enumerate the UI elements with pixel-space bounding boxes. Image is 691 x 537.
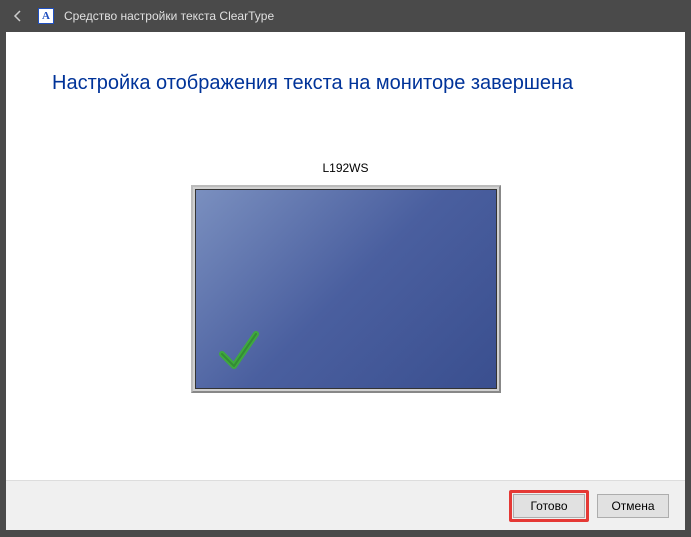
app-icon: A	[38, 8, 54, 24]
footer: Готово Отмена	[6, 480, 685, 530]
page-heading: Настройка отображения текста на мониторе…	[52, 72, 639, 95]
monitor-name-label: L192WS	[322, 161, 368, 175]
monitor-screen	[195, 189, 497, 389]
cancel-button[interactable]: Отмена	[597, 494, 669, 518]
finish-button[interactable]: Готово	[513, 494, 585, 518]
content: Настройка отображения текста на мониторе…	[6, 32, 685, 480]
checkmark-icon	[214, 326, 264, 376]
back-arrow-icon[interactable]	[8, 8, 28, 24]
client-area: Настройка отображения текста на мониторе…	[6, 32, 685, 530]
highlight-finish: Готово	[509, 490, 589, 522]
titlebar: A Средство настройки текста ClearType	[0, 0, 691, 32]
monitor-preview: L192WS	[52, 161, 639, 393]
monitor-frame	[191, 185, 501, 393]
window-title: Средство настройки текста ClearType	[64, 9, 274, 23]
